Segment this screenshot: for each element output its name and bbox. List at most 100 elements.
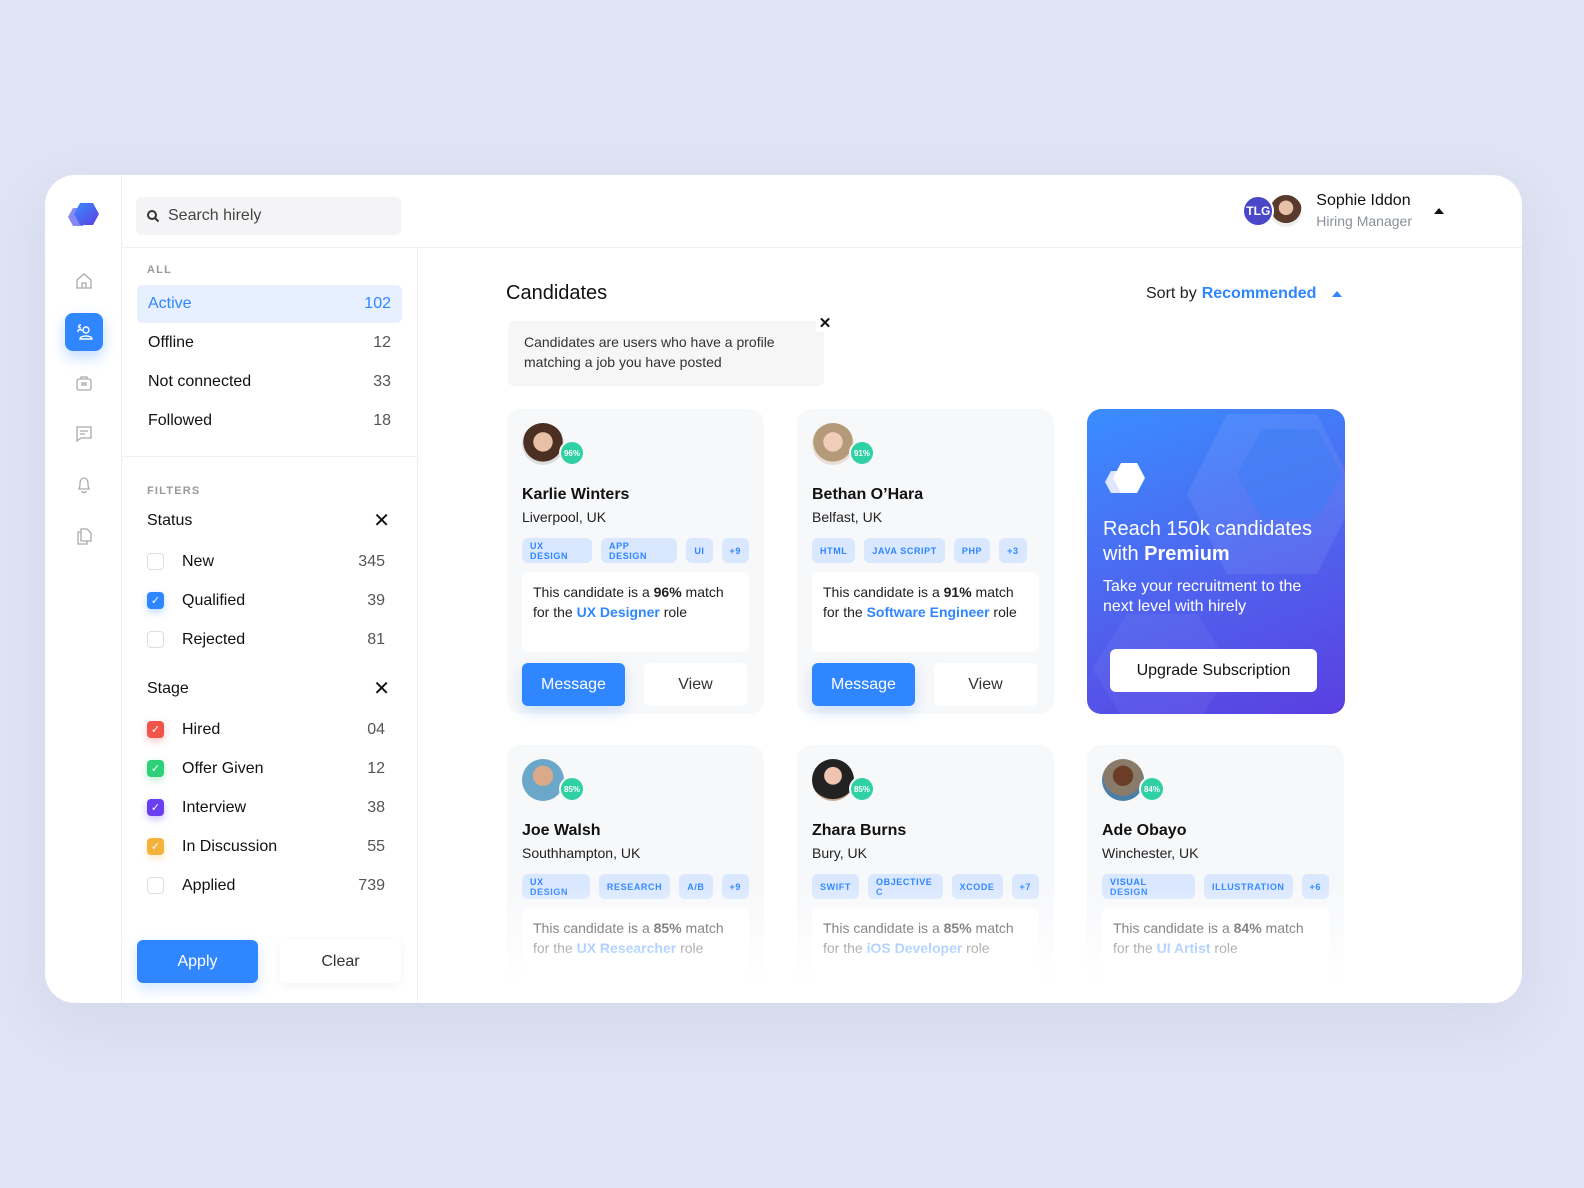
- checkbox[interactable]: ✓: [147, 760, 164, 777]
- option-count: 04: [367, 720, 385, 738]
- option-label: Hired: [182, 720, 221, 738]
- filter-option-qualified[interactable]: ✓ Qualified 39: [147, 581, 390, 620]
- checkbox[interactable]: [147, 553, 164, 570]
- sort-value: Recommended: [1201, 285, 1317, 302]
- message-button[interactable]: Message: [812, 663, 915, 706]
- nav-notifications[interactable]: [65, 466, 103, 504]
- option-count: 39: [367, 591, 385, 609]
- role-link[interactable]: UI Artist: [1157, 940, 1211, 956]
- candidate-avatar[interactable]: [812, 759, 854, 801]
- match-summary: This candidate is a 96% match for the UX…: [522, 572, 749, 652]
- promo-headline: Reach 150k candidates with Premium: [1103, 517, 1335, 567]
- option-count: 81: [367, 630, 385, 648]
- nav-home[interactable]: [65, 262, 103, 300]
- caret-up-icon[interactable]: [1434, 207, 1444, 214]
- view-button[interactable]: View: [934, 663, 1037, 706]
- stage-title: Stage: [147, 680, 189, 697]
- candidate-name[interactable]: Zhara Burns: [812, 822, 1039, 840]
- filter-option-interview[interactable]: ✓ Interview 38: [147, 788, 390, 827]
- option-label: In Discussion: [182, 837, 278, 855]
- candidate-card[interactable]: 96% Karlie Winters Liverpool, UK UX DESI…: [507, 409, 764, 714]
- search-input[interactable]: [168, 207, 388, 225]
- team-avatar: TLG: [1242, 194, 1275, 227]
- nav-jobs[interactable]: [65, 364, 103, 402]
- hirely-logo[interactable]: [65, 200, 105, 234]
- role-link[interactable]: Software Engineer: [867, 604, 990, 620]
- search-box[interactable]: [136, 197, 401, 235]
- sidebar-item-offline[interactable]: Offline 12: [137, 324, 402, 362]
- candidate-card[interactable]: 85% Zhara Burns Bury, UK SWIFT OBJECTIVE …: [797, 745, 1054, 1003]
- item-label: Followed: [148, 412, 213, 429]
- nav-documents[interactable]: [65, 517, 103, 555]
- user-menu[interactable]: TLG Sophie Iddon Hiring Manager: [1242, 192, 1444, 229]
- skill-tags: UX DESIGN APP DESIGN UI +9: [522, 538, 749, 563]
- option-label: Qualified: [182, 591, 246, 609]
- filter-option-new[interactable]: New 345: [147, 542, 390, 581]
- match-text: role: [676, 940, 704, 956]
- sidebar-item-followed[interactable]: Followed 18: [137, 402, 402, 440]
- filter-option-hired[interactable]: ✓ Hired 04: [147, 710, 390, 749]
- candidate-avatar[interactable]: [522, 423, 564, 465]
- checkbox[interactable]: ✓: [147, 592, 164, 609]
- nav-candidates[interactable]: [64, 313, 103, 351]
- top-bar: TLG Sophie Iddon Hiring Manager: [122, 175, 1522, 248]
- match-summary: This candidate is a 85% match for the UX…: [522, 908, 749, 988]
- sort-dropdown[interactable]: Sort by Recommended: [1146, 285, 1343, 303]
- message-button[interactable]: Message: [522, 663, 625, 706]
- candidate-name[interactable]: Joe Walsh: [522, 822, 749, 840]
- candidate-avatar[interactable]: [522, 759, 564, 801]
- skill-tags: HTML JAVA SCRIPT PHP +3: [812, 538, 1039, 563]
- role-link[interactable]: UX Designer: [577, 604, 660, 620]
- candidate-card[interactable]: 91% Bethan O’Hara Belfast, UK HTML JAVA S…: [797, 409, 1054, 714]
- view-button[interactable]: View: [644, 663, 747, 706]
- page-title: Candidates: [506, 282, 608, 304]
- clear-stage-icon[interactable]: ✕: [373, 679, 390, 699]
- clear-status-icon[interactable]: ✕: [373, 511, 390, 531]
- candidate-name[interactable]: Ade Obayo: [1102, 822, 1329, 840]
- clear-button[interactable]: Clear: [280, 940, 401, 983]
- documents-icon: [76, 528, 92, 545]
- filter-option-applied[interactable]: Applied 739: [147, 866, 390, 905]
- apply-button[interactable]: Apply: [137, 940, 258, 983]
- option-count: 12: [367, 759, 385, 777]
- checkbox[interactable]: ✓: [147, 721, 164, 738]
- item-label: Offline: [148, 334, 194, 351]
- skill-tag: +3: [999, 538, 1027, 563]
- skill-tag: ILLUSTRATION: [1204, 874, 1293, 899]
- item-count: 12: [373, 334, 391, 351]
- sidebar-item-not-connected[interactable]: Not connected 33: [137, 363, 402, 401]
- candidates-icon: [76, 324, 93, 340]
- messages-icon: [75, 426, 92, 443]
- skill-tag: A/B: [679, 874, 713, 899]
- skill-tags: VISUAL DESIGN ILLUSTRATION +6: [1102, 874, 1329, 899]
- filter-option-in-discussion[interactable]: ✓ In Discussion 55: [147, 827, 390, 866]
- close-icon[interactable]: ✕: [816, 314, 834, 332]
- option-label: Interview: [182, 798, 247, 816]
- item-label: Active: [148, 295, 192, 312]
- role-link[interactable]: UX Researcher: [577, 940, 677, 956]
- skill-tag: SWIFT: [812, 874, 859, 899]
- candidate-card[interactable]: 85% Joe Walsh Southhampton, UK UX DESIGN…: [507, 745, 764, 1003]
- candidate-card[interactable]: 84% Ade Obayo Winchester, UK VISUAL DESI…: [1087, 745, 1344, 1003]
- skill-tag: +9: [721, 874, 749, 899]
- filter-option-rejected[interactable]: Rejected 81: [147, 620, 390, 659]
- upgrade-subscription-button[interactable]: Upgrade Subscription: [1110, 649, 1317, 692]
- sidebar-item-active[interactable]: Active 102: [137, 285, 402, 323]
- checkbox[interactable]: ✓: [147, 799, 164, 816]
- candidate-avatar[interactable]: [1102, 759, 1144, 801]
- filter-option-offer-given[interactable]: ✓ Offer Given 12: [147, 749, 390, 788]
- candidate-name[interactable]: Bethan O’Hara: [812, 486, 1039, 504]
- option-label: Rejected: [182, 630, 246, 648]
- info-banner: Candidates are users who have a profile …: [508, 321, 824, 386]
- role-link[interactable]: iOS Developer: [867, 940, 963, 956]
- icon-rail: [45, 175, 122, 1003]
- candidate-avatar[interactable]: [812, 423, 854, 465]
- nav-messages[interactable]: [65, 415, 103, 453]
- skill-tag: HTML: [812, 538, 856, 563]
- candidate-name[interactable]: Karlie Winters: [522, 486, 749, 504]
- checkbox[interactable]: [147, 877, 164, 894]
- checkbox[interactable]: ✓: [147, 838, 164, 855]
- candidate-location: Southhampton, UK: [522, 845, 641, 861]
- item-count: 102: [364, 295, 391, 312]
- checkbox[interactable]: [147, 631, 164, 648]
